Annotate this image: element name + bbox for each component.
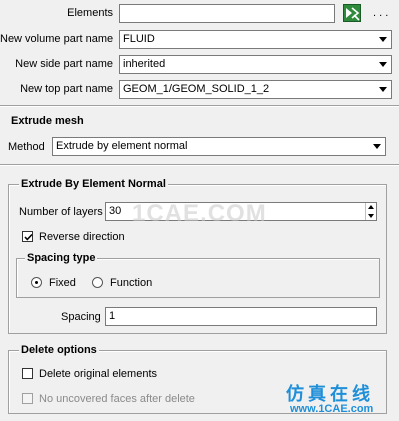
- spacing-input[interactable]: 1: [105, 307, 377, 326]
- layers-label: Number of layers: [19, 206, 103, 218]
- chevron-down-icon[interactable]: [376, 82, 390, 97]
- layers-value: 30: [109, 205, 122, 217]
- spacing-label: Spacing: [61, 311, 101, 323]
- more-button[interactable]: . . .: [373, 6, 388, 20]
- spacing-value: 1: [109, 310, 116, 322]
- no-uncovered-label: No uncovered faces after delete: [39, 393, 195, 405]
- elements-input[interactable]: [119, 4, 335, 23]
- fixed-label: Fixed: [49, 277, 76, 289]
- delete-original-checkbox[interactable]: [22, 368, 33, 379]
- extrude-mesh-title: Extrude mesh: [11, 115, 84, 127]
- checkmark-icon: [24, 233, 33, 241]
- spacing-type-title: Spacing type: [25, 251, 98, 265]
- chevron-down-icon[interactable]: [376, 32, 390, 47]
- watermark-logo-url: www.1CAE.com: [290, 403, 374, 415]
- method-label: Method: [8, 141, 45, 153]
- volume-part-select[interactable]: FLUID: [119, 30, 392, 49]
- spinner-arrows-icon[interactable]: [365, 203, 376, 220]
- fixed-radio[interactable]: [31, 277, 42, 288]
- delete-original-label: Delete original elements: [39, 368, 158, 380]
- top-part-select[interactable]: GEOM_1/GEOM_SOLID_1_2: [119, 80, 392, 99]
- divider: [0, 164, 399, 166]
- volume-part-value: FLUID: [123, 33, 155, 45]
- chevron-down-icon[interactable]: [376, 57, 390, 72]
- select-elements-icon[interactable]: [343, 4, 361, 22]
- method-value: Extrude by element normal: [56, 140, 188, 152]
- side-part-select[interactable]: inherited: [119, 55, 392, 74]
- volume-part-label: New volume part name: [0, 33, 114, 45]
- top-part-value: GEOM_1/GEOM_SOLID_1_2: [123, 83, 270, 95]
- watermark-text: 1CAE.COM: [132, 200, 267, 227]
- reverse-direction-label: Reverse direction: [39, 231, 125, 243]
- function-label: Function: [110, 277, 153, 289]
- elements-label: Elements: [67, 7, 113, 19]
- divider: [0, 105, 399, 107]
- side-part-label: New side part name: [15, 58, 113, 70]
- chevron-down-icon[interactable]: [370, 139, 384, 154]
- side-part-value: inherited: [123, 58, 166, 70]
- method-select[interactable]: Extrude by element normal: [52, 137, 386, 156]
- no-uncovered-checkbox[interactable]: [22, 393, 33, 404]
- delete-options-title: Delete options: [19, 343, 99, 357]
- reverse-direction-checkbox[interactable]: [22, 231, 33, 242]
- top-part-label: New top part name: [20, 83, 113, 95]
- element-normal-title: Extrude By Element Normal: [19, 177, 168, 191]
- function-radio[interactable]: [92, 277, 103, 288]
